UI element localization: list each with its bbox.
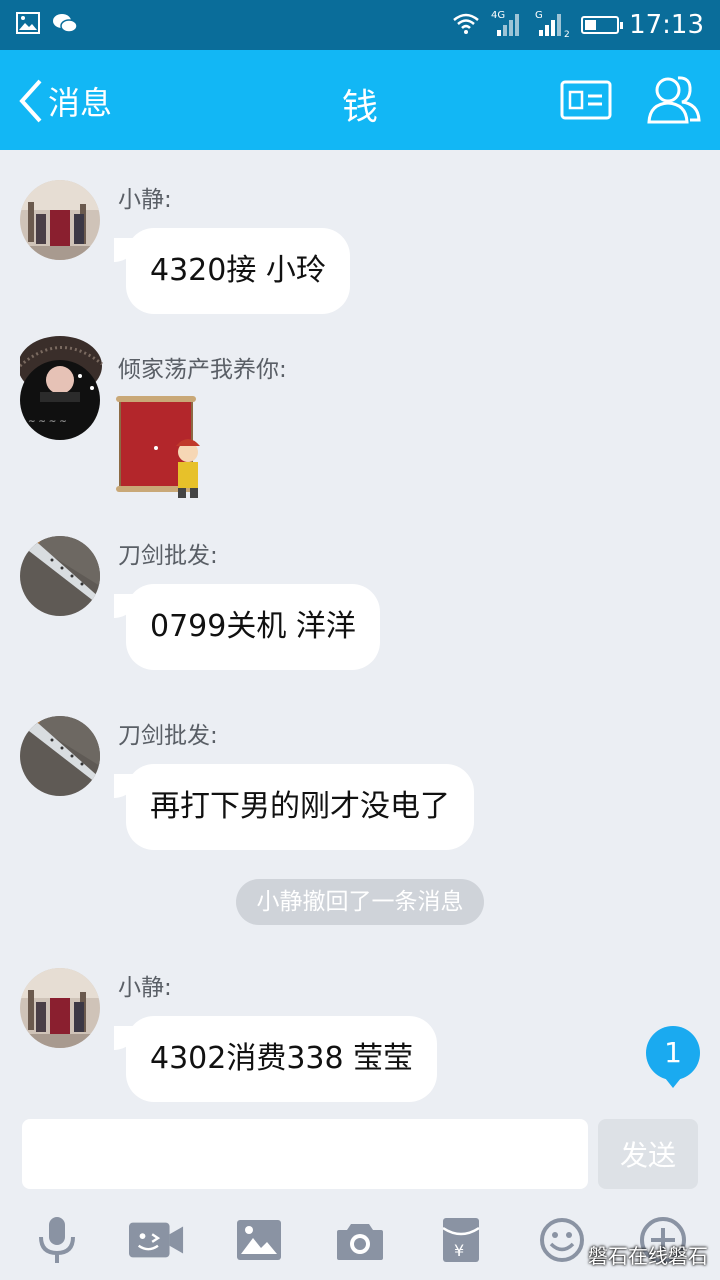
message-bubble[interactable]: 4302消费338 莹莹 [113, 1016, 438, 1102]
avatar[interactable] [20, 968, 100, 1048]
message-bubble[interactable]: 再打下男的刚才没电了 [114, 764, 474, 850]
microphone-icon[interactable] [29, 1212, 85, 1268]
sender-name: 刀剑批发: [118, 723, 218, 749]
message-list[interactable]: 小静: 4320接 小玲 ~ ~ ~ ~ 倾家荡产我养你: 刀剑批发: 0799… [0, 150, 720, 1115]
image-icon[interactable] [231, 1212, 287, 1268]
chat-header: 消息 钱 [0, 50, 720, 150]
status-bar: 4G G2 17:13 [0, 0, 720, 50]
svg-text:~ ~ ~ ~: ~ ~ ~ ~ [28, 417, 67, 427]
input-bar: 发送 [0, 1115, 720, 1200]
camera-icon[interactable] [332, 1212, 388, 1268]
svg-text:2: 2 [564, 30, 570, 38]
battery-icon [581, 16, 624, 34]
video-call-icon[interactable] [129, 1212, 185, 1268]
avatar[interactable] [20, 716, 100, 796]
group-members-icon[interactable] [646, 72, 702, 130]
watermark: 磐石在线磐石 [588, 1244, 708, 1268]
svg-text:¥: ¥ [454, 1241, 464, 1260]
status-notifications [16, 12, 78, 38]
wifi-icon [451, 11, 481, 39]
sender-name: 小静: [118, 975, 172, 1001]
sender-name: 刀剑批发: [118, 543, 218, 569]
sender-name: 小静: [118, 187, 172, 213]
image-icon [16, 12, 40, 38]
wechat-icon [52, 12, 78, 38]
message-input[interactable] [22, 1119, 588, 1189]
avatar[interactable] [20, 180, 100, 260]
clock: 17:13 [629, 10, 704, 40]
avatar[interactable] [20, 536, 100, 616]
red-packet-icon[interactable]: ¥ [433, 1212, 489, 1268]
signal-g-icon: G2 [535, 8, 571, 42]
send-button[interactable]: 发送 [598, 1119, 698, 1189]
emoji-icon[interactable] [534, 1212, 590, 1268]
recall-notice: 小静撤回了一条消息 [236, 879, 484, 925]
scroll-emperor-sticker[interactable] [116, 396, 212, 512]
profile-card-icon[interactable] [560, 80, 612, 124]
avatar[interactable]: ~ ~ ~ ~ [18, 336, 103, 440]
message-bubble[interactable]: 4320接 小玲 [114, 228, 350, 314]
network-label-4g: 4G [491, 10, 505, 21]
message-bubble[interactable]: 0799关机 洋洋 [114, 584, 380, 670]
network-label-g: G [535, 10, 543, 21]
sender-name: 倾家荡产我养你: [118, 357, 287, 383]
unread-count-badge[interactable]: 1 [646, 1026, 700, 1088]
page-title: 钱 [341, 87, 378, 128]
signal-4g-icon: 4G [491, 8, 525, 42]
